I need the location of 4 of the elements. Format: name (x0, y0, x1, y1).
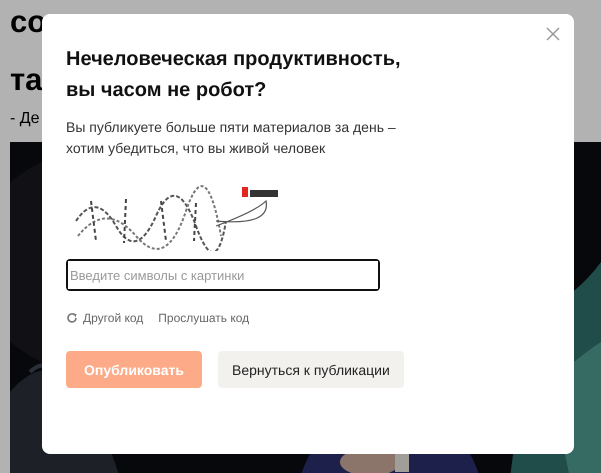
dialog-title: Нечеловеческая продуктивность, вы часом не робот? (66, 47, 402, 103)
byline: - Де (10, 110, 40, 128)
article-headline: та (10, 61, 42, 99)
close-icon[interactable] (546, 27, 560, 41)
